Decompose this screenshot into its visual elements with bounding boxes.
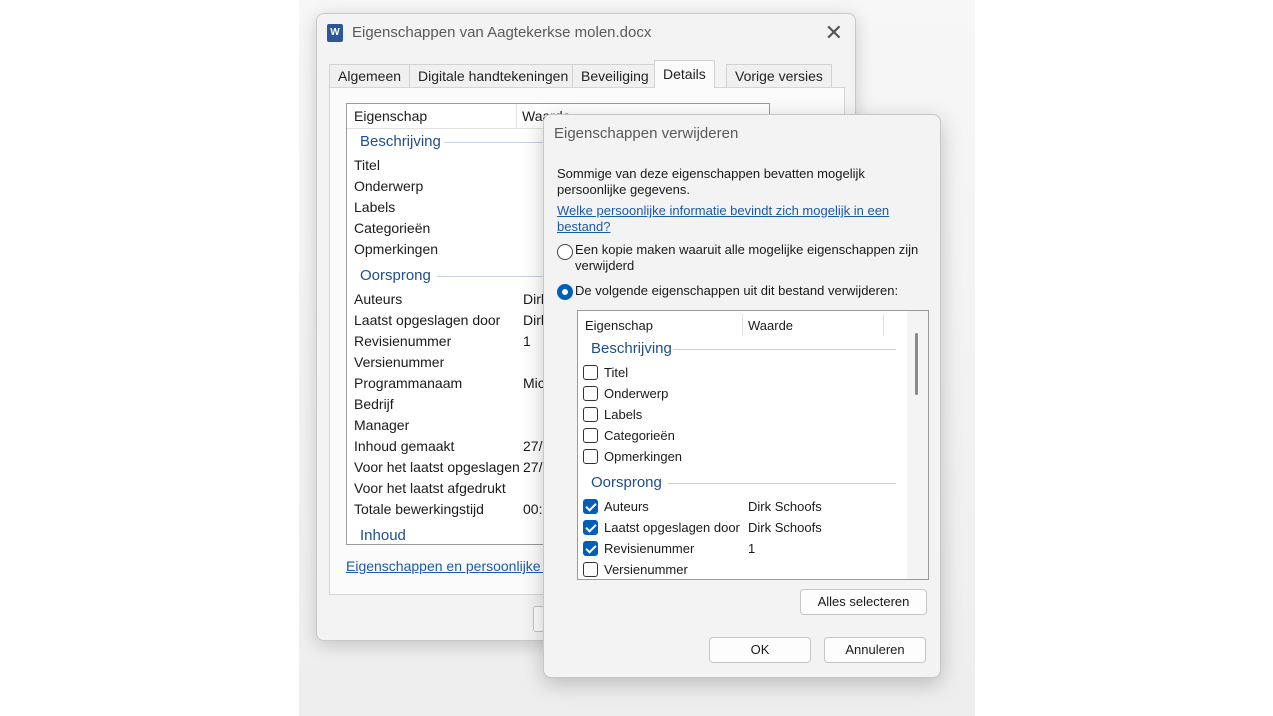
checkbox-labels[interactable]: [583, 407, 598, 422]
radio-create-copy[interactable]: [557, 244, 573, 260]
personal-info-help-link[interactable]: Welke persoonlijke informatie bevindt zi…: [557, 203, 917, 235]
group-divider: [668, 483, 896, 484]
column-divider: [742, 314, 743, 336]
checkbox-revision-number[interactable]: [583, 541, 598, 556]
tab-digital-signatures[interactable]: Digitale handtekeningen: [409, 64, 578, 87]
list-item: Titel: [604, 365, 629, 380]
scrollbar[interactable]: [907, 311, 928, 579]
list-item[interactable]: Versienummer: [354, 354, 444, 370]
list-item[interactable]: Onderwerp: [354, 178, 423, 194]
dialog-title: Eigenschappen verwijderen: [554, 125, 739, 142]
scrollbar-thumb[interactable]: [915, 333, 918, 395]
checkbox-authors[interactable]: [583, 499, 598, 514]
column-divider: [516, 104, 517, 128]
radio-remove-properties[interactable]: [557, 284, 573, 300]
remove-properties-link[interactable]: Eigenschappen en persoonlijke g: [346, 558, 552, 574]
checkbox-categories[interactable]: [583, 428, 598, 443]
word-document-icon: W: [327, 24, 346, 42]
list-item-value: Mic: [523, 375, 545, 391]
list-item: Categorieën: [604, 428, 675, 443]
list-item-value: Dirk Schoofs: [748, 520, 822, 535]
tab-security[interactable]: Beveiliging: [572, 64, 658, 87]
remove-properties-dialog: Eigenschappen verwijderen Sommige van de…: [543, 114, 941, 678]
list-item: Versienummer: [604, 562, 688, 577]
cancel-button[interactable]: Annuleren: [824, 637, 926, 663]
checkbox-comments[interactable]: [583, 449, 598, 464]
list-item[interactable]: Revisienummer: [354, 333, 451, 349]
checkbox-last-saved-by[interactable]: [583, 520, 598, 535]
column-header-property[interactable]: Eigenschap: [585, 318, 653, 333]
list-item[interactable]: Voor het laatst opgeslagen: [354, 459, 520, 475]
checkbox-version-number[interactable]: [583, 562, 598, 577]
group-heading-description: Beschrijving: [591, 340, 672, 357]
group-heading-description: Beschrijving: [360, 133, 441, 150]
list-item[interactable]: Labels: [354, 199, 395, 215]
title-bar[interactable]: W Eigenschappen van Aagtekerkse molen.do…: [317, 14, 855, 54]
radio-create-copy-label[interactable]: Een kopie maken waaruit alle mogelijke e…: [575, 242, 920, 274]
list-item[interactable]: Opmerkingen: [354, 241, 438, 257]
list-item: Onderwerp: [604, 386, 669, 401]
list-item[interactable]: Inhoud gemaakt: [354, 438, 454, 454]
list-item[interactable]: Bedrijf: [354, 396, 394, 412]
list-header: Eigenschap Waarde: [578, 311, 928, 338]
list-item[interactable]: Auteurs: [354, 291, 402, 307]
list-item[interactable]: Voor het laatst afgedrukt: [354, 480, 506, 496]
select-all-button[interactable]: Alles selecteren: [800, 589, 927, 615]
list-item[interactable]: Totale bewerkingstijd: [354, 501, 484, 517]
removable-properties-list[interactable]: Eigenschap Waarde Beschrijving Titel Ond…: [577, 310, 929, 580]
tab-general[interactable]: Algemeen: [329, 64, 411, 87]
column-divider: [883, 314, 884, 336]
column-header-property[interactable]: Eigenschap: [354, 108, 427, 124]
tab-previous-versions[interactable]: Vorige versies: [726, 64, 832, 87]
checkbox-title[interactable]: [583, 365, 598, 380]
group-heading-origin: Oorsprong: [591, 474, 662, 491]
list-item[interactable]: Titel: [354, 157, 380, 173]
group-heading-content: Inhoud: [360, 527, 406, 544]
window-title: Eigenschappen van Aagtekerkse molen.docx: [352, 24, 652, 41]
list-item[interactable]: Categorieën: [354, 220, 430, 236]
radio-remove-properties-label[interactable]: De volgende eigenschappen uit dit bestan…: [575, 283, 920, 299]
list-item: Opmerkingen: [604, 449, 683, 464]
close-icon[interactable]: ✕: [825, 20, 843, 46]
dialog-message: Sommige van deze eigenschappen bevatten …: [557, 166, 865, 197]
list-item[interactable]: Manager: [354, 417, 409, 433]
column-header-value[interactable]: Waarde: [748, 318, 793, 333]
group-heading-origin: Oorsprong: [360, 267, 431, 284]
list-item[interactable]: Laatst opgeslagen door: [354, 312, 500, 328]
list-item: Labels: [604, 407, 643, 422]
group-divider: [673, 349, 896, 350]
list-item-value: Dirk Schoofs: [748, 499, 822, 514]
ok-button[interactable]: OK: [709, 637, 811, 663]
list-item: Auteurs: [604, 499, 649, 514]
list-item: Laatst opgeslagen door: [604, 520, 740, 535]
list-item: Revisienummer: [604, 541, 695, 556]
list-item-value: 1: [748, 541, 756, 556]
list-item[interactable]: Programmanaam: [354, 375, 462, 391]
list-item-value: 1: [523, 333, 531, 349]
checkbox-subject[interactable]: [583, 386, 598, 401]
tab-details[interactable]: Details: [654, 60, 715, 88]
